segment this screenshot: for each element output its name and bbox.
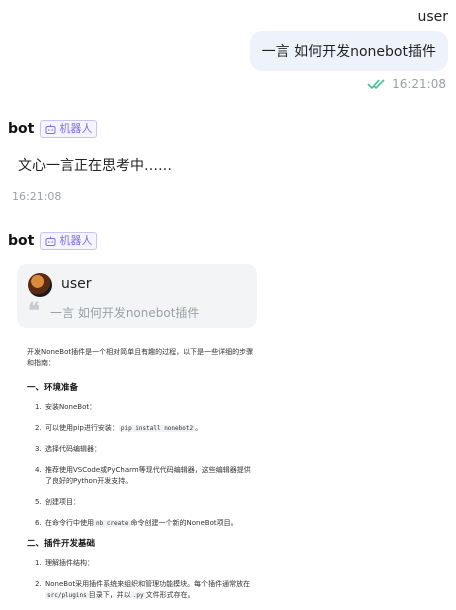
avatar: [28, 273, 52, 297]
bot-tag-2: 机器人: [40, 232, 98, 250]
list-item: 4. 推荐使用VSCode或PyCharm等现代代码编辑器，这些编辑器提供了良好的…: [35, 466, 251, 485]
list-item: 6. 在命令行中使用 nb create 命令创建一个新的NoneBot项目。: [35, 519, 238, 527]
robot-icon: [45, 124, 56, 134]
user-name: user: [417, 9, 448, 25]
inline-code: .py: [130, 592, 146, 599]
quoted-text: 一言 如何开发nonebot插件: [50, 306, 200, 320]
quote-icon: ❝: [28, 298, 40, 324]
bot-name-2: bot: [8, 233, 35, 249]
list-item: 5. 创建项目：: [35, 498, 80, 506]
doc-section-title: 一、环境准备: [27, 383, 79, 393]
inline-code: pip install nonebot2: [118, 425, 196, 432]
inline-code: nb create: [94, 520, 131, 527]
user-message-meta: 16:21:08: [367, 77, 446, 91]
user-message-bubble: 一言 如何开发nonebot插件: [249, 31, 448, 71]
list-item: 2. 可以使用pip进行安装： pip install nonebot2。: [35, 424, 203, 432]
list-item: 2. NoneBot采用插件系统来组织和管理功能模块。每个插件通常放在src/pl…: [35, 580, 251, 599]
quoted-message-card[interactable]: user ❝ 一言 如何开发nonebot插件: [17, 264, 257, 328]
doc-intro: 开发NoneBot插件是一个相对简单且有趣的过程，以下是一些详细的步骤和指南：: [27, 348, 254, 367]
bot-message-time: 16:21:08: [12, 190, 62, 203]
inline-code: src/plugins: [45, 592, 89, 599]
list-item: 1. 安装NoneBot：: [35, 403, 97, 411]
bot-header-2: bot 机器人: [8, 232, 98, 250]
user-message-time: 16:21:08: [392, 77, 446, 91]
user-message-text: 一言 如何开发nonebot插件: [261, 44, 436, 60]
bot-tag-label-2: 机器人: [59, 234, 93, 247]
bot-tag-label: 机器人: [59, 122, 93, 135]
bot-response-document: 开发NoneBot插件是一个相对简单且有趣的过程，以下是一些详细的步骤和指南： …: [27, 347, 257, 610]
doc-section-title-2: 二、插件开发基础: [27, 539, 96, 549]
bot-name: bot: [8, 121, 35, 137]
bot-header: bot 机器人: [8, 120, 98, 138]
bot-thinking-text: 文心一言正在思考中……: [18, 158, 172, 174]
quoted-user-name: user: [61, 276, 92, 292]
double-check-icon: [367, 78, 387, 90]
list-item: 3. 选择代码编辑器：: [35, 445, 101, 453]
robot-icon: [45, 236, 56, 246]
bot-tag: 机器人: [40, 120, 98, 138]
doc-list-1: 1. 安装NoneBot： 2. 可以使用pip进行安装： pip install n…: [27, 402, 257, 529]
doc-list-2: 1. 理解插件结构： 2. NoneBot采用插件系统来组织和管理功能模块。每个插件…: [27, 558, 257, 601]
list-item: 1. 理解插件结构：: [35, 559, 94, 567]
